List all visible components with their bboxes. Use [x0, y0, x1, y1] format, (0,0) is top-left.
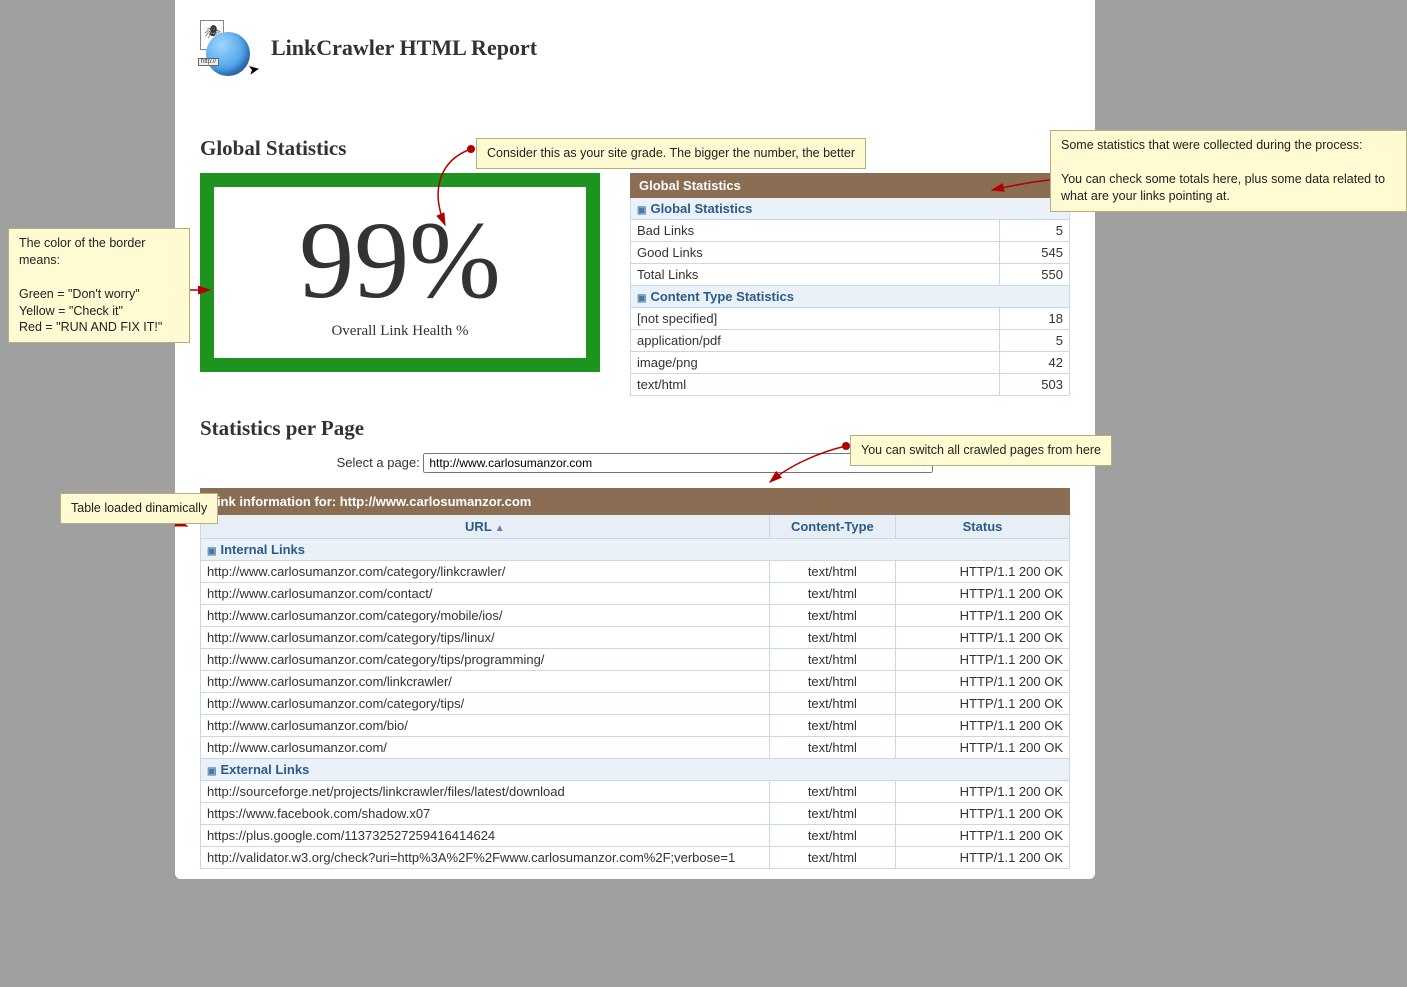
grade-box: 99% Overall Link Health % — [200, 173, 600, 372]
cell-content-type: text/html — [769, 671, 895, 693]
collapse-icon[interactable]: ▣ — [207, 546, 216, 557]
stats-group[interactable]: ▣Global Statistics — [631, 198, 1070, 220]
stats-value: 42 — [1000, 352, 1070, 374]
cell-content-type: text/html — [769, 781, 895, 803]
collapse-icon[interactable]: ▣ — [637, 205, 646, 216]
cell-url[interactable]: http://www.carlosumanzor.com/category/ti… — [201, 693, 770, 715]
cell-status: HTTP/1.1 200 OK — [896, 671, 1070, 693]
cell-url[interactable]: http://www.carlosumanzor.com/category/mo… — [201, 605, 770, 627]
cell-url[interactable]: http://www.carlosumanzor.com/bio/ — [201, 715, 770, 737]
stats-key: Good Links — [631, 242, 1000, 264]
sort-asc-icon: ▲ — [495, 523, 505, 534]
app-logo-icon: 🕷 http:// ➤ — [200, 20, 256, 76]
cell-status: HTTP/1.1 200 OK — [896, 649, 1070, 671]
cell-url[interactable]: http://www.carlosumanzor.com/category/li… — [201, 561, 770, 583]
stats-key: application/pdf — [631, 330, 1000, 352]
select-label: Select a page: — [337, 455, 420, 470]
table-row: http://www.carlosumanzor.com/category/ti… — [201, 627, 1070, 649]
stats-key: Total Links — [631, 264, 1000, 286]
stats-key: text/html — [631, 374, 1000, 396]
table-row: http://www.carlosumanzor.com/bio/text/ht… — [201, 715, 1070, 737]
cell-status: HTTP/1.1 200 OK — [896, 715, 1070, 737]
cell-url[interactable]: http://www.carlosumanzor.com/linkcrawler… — [201, 671, 770, 693]
cell-status: HTTP/1.1 200 OK — [896, 825, 1070, 847]
cell-status: HTTP/1.1 200 OK — [896, 627, 1070, 649]
table-row: http://sourceforge.net/projects/linkcraw… — [201, 781, 1070, 803]
grade-label: Overall Link Health % — [224, 323, 576, 340]
stats-key: [not specified] — [631, 308, 1000, 330]
col-content-type[interactable]: Content-Type — [769, 515, 895, 539]
header: 🕷 http:// ➤ LinkCrawler HTML Report — [175, 0, 1095, 96]
collapse-icon[interactable]: ▣ — [637, 293, 646, 304]
collapse-icon[interactable]: ▣ — [207, 766, 216, 777]
table-row: https://plus.google.com/1137325272594164… — [201, 825, 1070, 847]
cell-content-type: text/html — [769, 803, 895, 825]
callout-stats: Some statistics that were collected duri… — [1050, 130, 1407, 212]
stats-key: Bad Links — [631, 220, 1000, 242]
cell-content-type: text/html — [769, 693, 895, 715]
cell-status: HTTP/1.1 200 OK — [896, 737, 1070, 759]
stats-value: 5 — [1000, 330, 1070, 352]
cell-status: HTTP/1.1 200 OK — [896, 803, 1070, 825]
col-status[interactable]: Status — [896, 515, 1070, 539]
table-row: http://www.carlosumanzor.com/category/ti… — [201, 649, 1070, 671]
table-row: http://www.carlosumanzor.com/category/mo… — [201, 605, 1070, 627]
stats-value: 550 — [1000, 264, 1070, 286]
cell-url[interactable]: http://sourceforge.net/projects/linkcraw… — [201, 781, 770, 803]
table-row: http://www.carlosumanzor.com/linkcrawler… — [201, 671, 1070, 693]
cell-content-type: text/html — [769, 649, 895, 671]
cell-content-type: text/html — [769, 825, 895, 847]
cell-url[interactable]: http://www.carlosumanzor.com/ — [201, 737, 770, 759]
cell-status: HTTP/1.1 200 OK — [896, 583, 1070, 605]
stats-value: 503 — [1000, 374, 1070, 396]
cell-status: HTTP/1.1 200 OK — [896, 605, 1070, 627]
cell-url[interactable]: http://www.carlosumanzor.com/contact/ — [201, 583, 770, 605]
cell-content-type: text/html — [769, 715, 895, 737]
page-title: LinkCrawler HTML Report — [271, 35, 537, 61]
table-row: http://www.carlosumanzor.com/contact/tex… — [201, 583, 1070, 605]
stats-key: image/png — [631, 352, 1000, 374]
table-row: http://www.carlosumanzor.com/category/ti… — [201, 693, 1070, 715]
cell-status: HTTP/1.1 200 OK — [896, 693, 1070, 715]
cell-url[interactable]: https://www.facebook.com/shadow.x07 — [201, 803, 770, 825]
callout-border-legend: The color of the border means: Green = "… — [8, 228, 190, 343]
cell-content-type: text/html — [769, 627, 895, 649]
table-row: https://www.facebook.com/shadow.x07text/… — [201, 803, 1070, 825]
table-row: http://validator.w3.org/check?uri=http%3… — [201, 847, 1070, 869]
stats-group[interactable]: ▣Content Type Statistics — [631, 286, 1070, 308]
cell-content-type: text/html — [769, 737, 895, 759]
global-stats-table: Global Statistics ▣Global StatisticsBad … — [630, 173, 1070, 396]
cell-status: HTTP/1.1 200 OK — [896, 561, 1070, 583]
col-url[interactable]: URL▲ — [201, 515, 770, 539]
callout-table-dyn: Table loaded dinamically — [60, 493, 218, 524]
cell-content-type: text/html — [769, 847, 895, 869]
cell-url[interactable]: https://plus.google.com/1137325272594164… — [201, 825, 770, 847]
link-group[interactable]: ▣External Links — [201, 759, 1070, 781]
cell-status: HTTP/1.1 200 OK — [896, 847, 1070, 869]
stats-value: 545 — [1000, 242, 1070, 264]
grade-value: 99% — [224, 205, 576, 315]
cell-url[interactable]: http://www.carlosumanzor.com/category/ti… — [201, 649, 770, 671]
cell-content-type: text/html — [769, 561, 895, 583]
table-row: http://www.carlosumanzor.com/text/htmlHT… — [201, 737, 1070, 759]
callout-switch: You can switch all crawled pages from he… — [850, 435, 1112, 466]
global-stats-title: Global Statistics — [631, 174, 1070, 198]
cell-content-type: text/html — [769, 583, 895, 605]
link-group[interactable]: ▣Internal Links — [201, 539, 1070, 561]
cell-url[interactable]: http://validator.w3.org/check?uri=http%3… — [201, 847, 770, 869]
stats-value: 5 — [1000, 220, 1070, 242]
stats-value: 18 — [1000, 308, 1070, 330]
cell-status: HTTP/1.1 200 OK — [896, 781, 1070, 803]
link-table-title: Link information for: http://www.carlosu… — [201, 489, 1070, 515]
cell-content-type: text/html — [769, 605, 895, 627]
link-info-table: Link information for: http://www.carlosu… — [200, 488, 1070, 869]
cell-url[interactable]: http://www.carlosumanzor.com/category/ti… — [201, 627, 770, 649]
callout-grade: Consider this as your site grade. The bi… — [476, 138, 866, 169]
table-row: http://www.carlosumanzor.com/category/li… — [201, 561, 1070, 583]
